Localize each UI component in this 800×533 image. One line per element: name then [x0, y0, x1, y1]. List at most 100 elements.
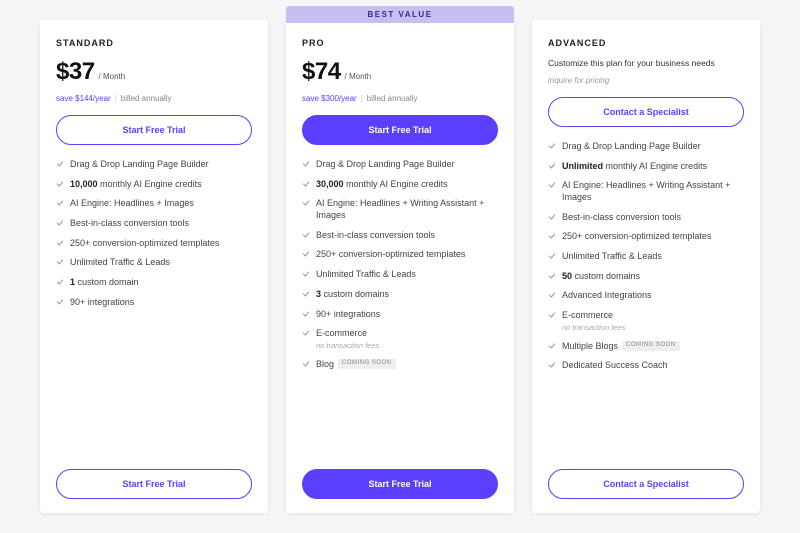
feature-item: Drag & Drop Landing Page Builder — [56, 159, 252, 171]
cta-button-bottom[interactable]: Contact a Specialist — [548, 469, 744, 499]
feature-list: Drag & Drop Landing Page Builder Unlimite… — [548, 141, 744, 469]
pricing-container: STANDARD$37/ Monthsave $144/year|billed … — [40, 20, 760, 513]
feature-text: Unlimited monthly AI Engine credits — [562, 161, 744, 173]
check-icon — [302, 180, 310, 188]
feature-text: 3 custom domains — [316, 289, 498, 301]
feature-item: 90+ integrations — [56, 297, 252, 309]
check-icon — [548, 181, 556, 189]
feature-text: Advanced Integrations — [562, 290, 744, 302]
cta-button-top[interactable]: Start Free Trial — [56, 115, 252, 145]
coming-soon-badge: COMING SOON — [338, 359, 396, 369]
feature-text: AI Engine: Headlines + Writing Assistant… — [562, 180, 744, 203]
feature-text: Best-in-class conversion tools — [316, 230, 498, 242]
feature-text: E-commerceno transaction fees — [562, 310, 744, 332]
pricing-card-standard: STANDARD$37/ Monthsave $144/year|billed … — [40, 20, 268, 513]
feature-text: Multiple BlogsCOMING SOON — [562, 341, 744, 353]
feature-text: Drag & Drop Landing Page Builder — [70, 159, 252, 171]
feature-text: BlogCOMING SOON — [316, 359, 498, 371]
feature-item: Unlimited monthly AI Engine credits — [548, 161, 744, 173]
feature-item: Dedicated Success Coach — [548, 360, 744, 372]
feature-item: 250+ conversion-optimized templates — [302, 249, 498, 261]
price-period: / Month — [99, 72, 126, 81]
feature-text: 250+ conversion-optimized templates — [562, 231, 744, 243]
cta-button-top[interactable]: Start Free Trial — [302, 115, 498, 145]
feature-item: 250+ conversion-optimized templates — [56, 238, 252, 250]
feature-text: 90+ integrations — [316, 309, 498, 321]
feature-item: AI Engine: Headlines + Writing Assistant… — [548, 180, 744, 203]
check-icon — [302, 160, 310, 168]
feature-text: 10,000 monthly AI Engine credits — [70, 179, 252, 191]
feature-item: Drag & Drop Landing Page Builder — [302, 159, 498, 171]
cta-button-top[interactable]: Contact a Specialist — [548, 97, 744, 127]
feature-item: 50 custom domains — [548, 271, 744, 283]
feature-text: 50 custom domains — [562, 271, 744, 283]
price-period: / Month — [345, 72, 372, 81]
check-icon — [548, 361, 556, 369]
feature-text: Dedicated Success Coach — [562, 360, 744, 372]
feature-item: Unlimited Traffic & Leads — [56, 257, 252, 269]
price-subline: save $300/year|billed annually — [302, 94, 498, 103]
feature-text: Unlimited Traffic & Leads — [562, 251, 744, 263]
feature-text: 250+ conversion-optimized templates — [316, 249, 498, 261]
feature-text: Unlimited Traffic & Leads — [70, 257, 252, 269]
plan-description: Customize this plan for your business ne… — [548, 58, 744, 70]
cta-button-bottom[interactable]: Start Free Trial — [302, 469, 498, 499]
check-icon — [302, 310, 310, 318]
feature-text: AI Engine: Headlines + Writing Assistant… — [316, 198, 498, 221]
feature-text: AI Engine: Headlines + Images — [70, 198, 252, 210]
feature-item: BlogCOMING SOON — [302, 359, 498, 371]
check-icon — [56, 199, 64, 207]
feature-text: 1 custom domain — [70, 277, 252, 289]
feature-item: Best-in-class conversion tools — [302, 230, 498, 242]
coming-soon-badge: COMING SOON — [622, 341, 680, 351]
feature-text: 30,000 monthly AI Engine credits — [316, 179, 498, 191]
feature-text: E-commerceno transaction fees — [316, 328, 498, 350]
cta-button-bottom[interactable]: Start Free Trial — [56, 469, 252, 499]
price-row: $37/ Month — [56, 58, 252, 86]
check-icon — [302, 199, 310, 207]
feature-subtext: no transaction fees — [562, 323, 744, 333]
feature-text: Unlimited Traffic & Leads — [316, 269, 498, 281]
feature-item: 250+ conversion-optimized templates — [548, 231, 744, 243]
feature-item: 1 custom domain — [56, 277, 252, 289]
tier-name: ADVANCED — [548, 38, 744, 48]
savings: save $144/year — [56, 94, 111, 103]
check-icon — [302, 231, 310, 239]
check-icon — [548, 252, 556, 260]
feature-item: 90+ integrations — [302, 309, 498, 321]
check-icon — [548, 213, 556, 221]
check-icon — [302, 270, 310, 278]
feature-text: Best-in-class conversion tools — [562, 212, 744, 224]
best-value-badge: BEST VALUE — [286, 6, 514, 23]
check-icon — [548, 311, 556, 319]
check-icon — [548, 232, 556, 240]
check-icon — [56, 239, 64, 247]
savings: save $300/year — [302, 94, 357, 103]
inquire-pricing: inquire for pricing — [548, 76, 744, 85]
feature-item: E-commerceno transaction fees — [548, 310, 744, 332]
check-icon — [548, 142, 556, 150]
feature-text: Drag & Drop Landing Page Builder — [562, 141, 744, 153]
feature-list: Drag & Drop Landing Page Builder 30,000 m… — [302, 159, 498, 469]
feature-text: 90+ integrations — [70, 297, 252, 309]
feature-list: Drag & Drop Landing Page Builder 10,000 m… — [56, 159, 252, 469]
feature-item: AI Engine: Headlines + Writing Assistant… — [302, 198, 498, 221]
check-icon — [548, 162, 556, 170]
check-icon — [548, 272, 556, 280]
check-icon — [302, 250, 310, 258]
feature-item: Advanced Integrations — [548, 290, 744, 302]
feature-subtext: no transaction fees — [316, 341, 498, 351]
feature-item: Best-in-class conversion tools — [56, 218, 252, 230]
price: $74 — [302, 58, 341, 86]
feature-text: Best-in-class conversion tools — [70, 218, 252, 230]
feature-item: 30,000 monthly AI Engine credits — [302, 179, 498, 191]
feature-text: Drag & Drop Landing Page Builder — [316, 159, 498, 171]
check-icon — [302, 360, 310, 368]
pricing-card-advanced: ADVANCED Customize this plan for your bus… — [532, 20, 760, 513]
billing-note: billed annually — [367, 94, 418, 103]
check-icon — [56, 160, 64, 168]
feature-item: Multiple BlogsCOMING SOON — [548, 341, 744, 353]
billing-note: billed annually — [121, 94, 172, 103]
check-icon — [302, 329, 310, 337]
check-icon — [56, 219, 64, 227]
